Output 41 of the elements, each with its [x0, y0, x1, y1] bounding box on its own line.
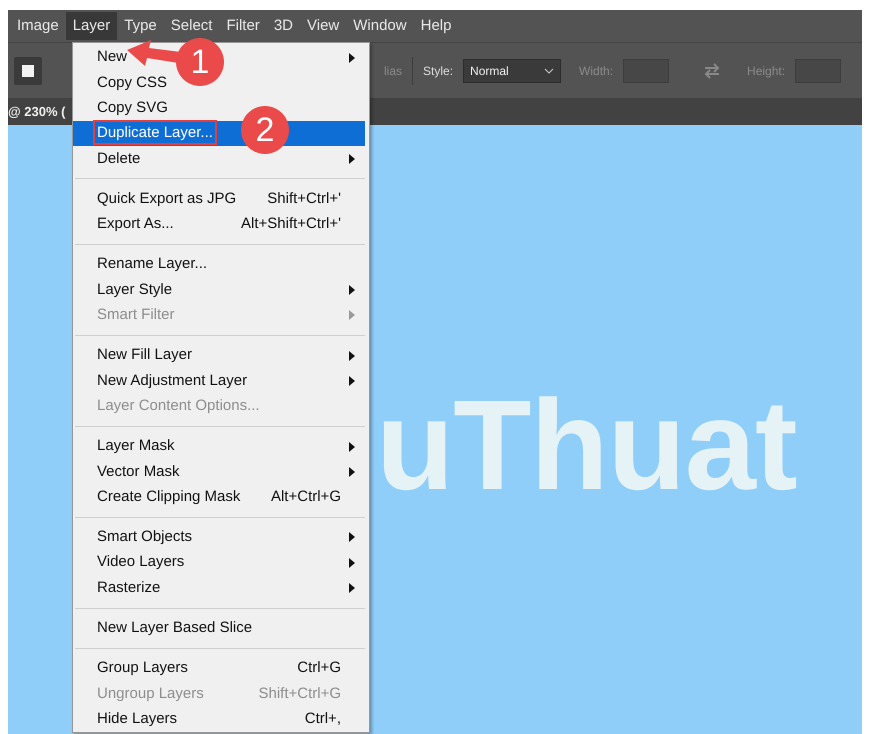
menu-item[interactable]: Layer Mask — [97, 437, 175, 454]
menu-item[interactable]: Delete — [97, 150, 140, 167]
shortcut-text: Ctrl+G — [297, 658, 341, 678]
menu-bar-item[interactable]: Window — [346, 12, 414, 40]
menu-item[interactable]: New Fill Layer — [97, 346, 192, 364]
style-label: Style: — [423, 62, 454, 80]
menu-bar-item[interactable]: Layer — [66, 12, 118, 40]
canvas-text: uThuat — [376, 382, 797, 510]
menu-bar-item[interactable]: View — [300, 12, 346, 40]
menu-bar-item[interactable]: 3D — [266, 12, 300, 40]
menu-item[interactable]: Rasterize — [97, 578, 160, 596]
menu-item[interactable]: Copy CSS — [97, 74, 168, 91]
menu-item[interactable]: Quick Export as JPG — [97, 190, 236, 207]
style-dropdown[interactable]: Normal — [463, 58, 562, 82]
menu-item[interactable]: Rename Layer... — [97, 255, 208, 272]
menu-item[interactable]: Group Layers — [97, 659, 188, 676]
menu-item[interactable]: Create Clipping Mask — [97, 488, 240, 505]
menu-bar-item[interactable]: Filter — [219, 12, 267, 40]
menu-bar-item[interactable]: Image — [10, 12, 66, 40]
menu-bar-item[interactable]: Help — [414, 12, 458, 40]
menu-item[interactable]: Layer Style — [97, 280, 172, 298]
shortcut-text: Alt+Shift+Ctrl+' — [241, 214, 341, 234]
shortcut-text: Shift+Ctrl+G — [258, 684, 341, 704]
swap-icon[interactable] — [703, 62, 722, 80]
menu-item[interactable]: Copy SVG — [97, 98, 168, 116]
menu-item[interactable]: Hide Layers — [97, 710, 178, 727]
caret-icon — [544, 68, 554, 74]
rectangle-tool-icon[interactable] — [14, 56, 42, 84]
menu-item[interactable]: Vector Mask — [97, 462, 180, 480]
menu-item[interactable]: Export As... — [97, 215, 174, 232]
shortcut-text: Shift+Ctrl+' — [267, 188, 341, 209]
shortcut-text: Ctrl+, — [304, 708, 341, 729]
menu-item[interactable]: Smart Objects — [97, 528, 192, 546]
menu-item[interactable]: New Adjustment Layer — [97, 372, 248, 389]
menu-bar-item[interactable]: Type — [117, 12, 164, 40]
document-tab-title[interactable]: @ 230% ( — [8, 102, 66, 122]
menu-bar-item[interactable]: Select — [164, 12, 220, 40]
menu-item[interactable]: New — [97, 48, 128, 66]
menu-item[interactable]: Video Layers — [97, 553, 184, 570]
shortcut-text: Alt+Ctrl+G — [270, 486, 341, 507]
menu-item[interactable]: New Layer Based Slice — [97, 619, 252, 636]
